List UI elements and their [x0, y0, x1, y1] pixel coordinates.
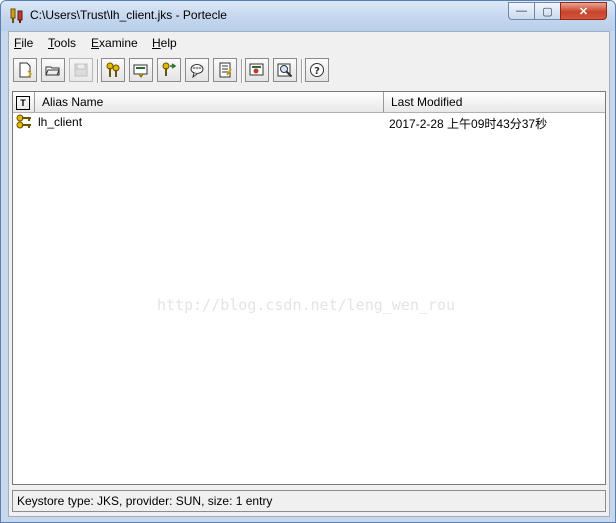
menu-file[interactable]: File	[14, 36, 33, 50]
minimize-button[interactable]: —	[508, 2, 535, 20]
keystore-report-button[interactable]	[213, 58, 237, 82]
open-keystore-button[interactable]	[41, 58, 65, 82]
menu-bar: File Tools Examine Help	[9, 32, 609, 54]
examine-ssl-icon	[277, 63, 293, 78]
import-certificate-button[interactable]	[129, 58, 153, 82]
close-button[interactable]: ✕	[560, 2, 607, 20]
help-button[interactable]: ?	[305, 58, 329, 82]
type-column-icon: T	[16, 96, 30, 110]
toolbar: *** ?	[9, 56, 609, 88]
title-bar[interactable]: C:\Users\Trust\lh_client.jks - Portecle …	[1, 1, 615, 31]
key-pair-icon	[16, 114, 31, 129]
svg-text:***: ***	[193, 66, 202, 73]
menu-help[interactable]: Help	[152, 36, 177, 50]
svg-text:?: ?	[314, 66, 320, 77]
maximize-button[interactable]: ▢	[534, 2, 561, 20]
watermark: http://blog.csdn.net/leng_wen_rou	[157, 296, 456, 314]
toolbar-separator	[241, 59, 243, 83]
table-header: T Alias Name Last Modified	[13, 92, 605, 113]
import-key-pair-icon	[162, 62, 177, 76]
last-modified-cell: 2017-2-28 上午09时43分37秒	[389, 117, 548, 131]
new-keystore-button[interactable]	[13, 58, 37, 82]
generate-key-pair-button[interactable]	[101, 58, 125, 82]
toolbar-separator	[97, 59, 99, 83]
examine-ssl-button[interactable]	[273, 58, 297, 82]
import-certificate-icon	[133, 64, 148, 78]
column-header-last-modified[interactable]: Last Modified	[384, 92, 605, 112]
status-bar: Keystore type: JKS, provider: SUN, size:…	[12, 490, 606, 512]
table-row[interactable]: lh_client 2017-2-28 上午09时43分37秒	[13, 114, 605, 132]
generate-key-pair-icon	[106, 62, 120, 77]
app-window: C:\Users\Trust\lh_client.jks - Portecle …	[0, 0, 616, 523]
import-key-pair-button[interactable]	[157, 58, 181, 82]
menu-tools[interactable]: Tools	[48, 36, 76, 50]
portecle-keys-icon	[10, 8, 23, 23]
menu-examine[interactable]: Examine	[91, 36, 138, 50]
open-keystore-icon	[45, 66, 60, 76]
toolbar-separator	[301, 59, 303, 83]
set-password-icon: ***	[190, 64, 204, 78]
alias-cell: lh_client	[38, 115, 83, 129]
examine-certificate-icon	[249, 63, 264, 76]
keystore-report-icon	[219, 62, 232, 78]
column-header-alias[interactable]: Alias Name	[35, 92, 384, 112]
set-password-button[interactable]: ***	[185, 58, 209, 82]
window-title: C:\Users\Trust\lh_client.jks - Portecle	[30, 8, 227, 22]
column-header-type[interactable]: T	[13, 92, 35, 112]
help-icon: ?	[310, 63, 324, 77]
new-keystore-icon	[19, 62, 33, 78]
close-icon: ✕	[578, 5, 589, 18]
save-keystore-icon	[74, 63, 88, 77]
keystore-entries-table[interactable]: T Alias Name Last Modified lh_client 201…	[12, 91, 606, 485]
examine-certificate-button[interactable]	[245, 58, 269, 82]
save-keystore-button[interactable]	[69, 58, 93, 82]
client-area: File Tools Examine Help *** ? T Alias Na…	[8, 31, 610, 517]
maximize-icon: ▢	[542, 5, 553, 18]
minimize-icon: —	[516, 5, 527, 17]
